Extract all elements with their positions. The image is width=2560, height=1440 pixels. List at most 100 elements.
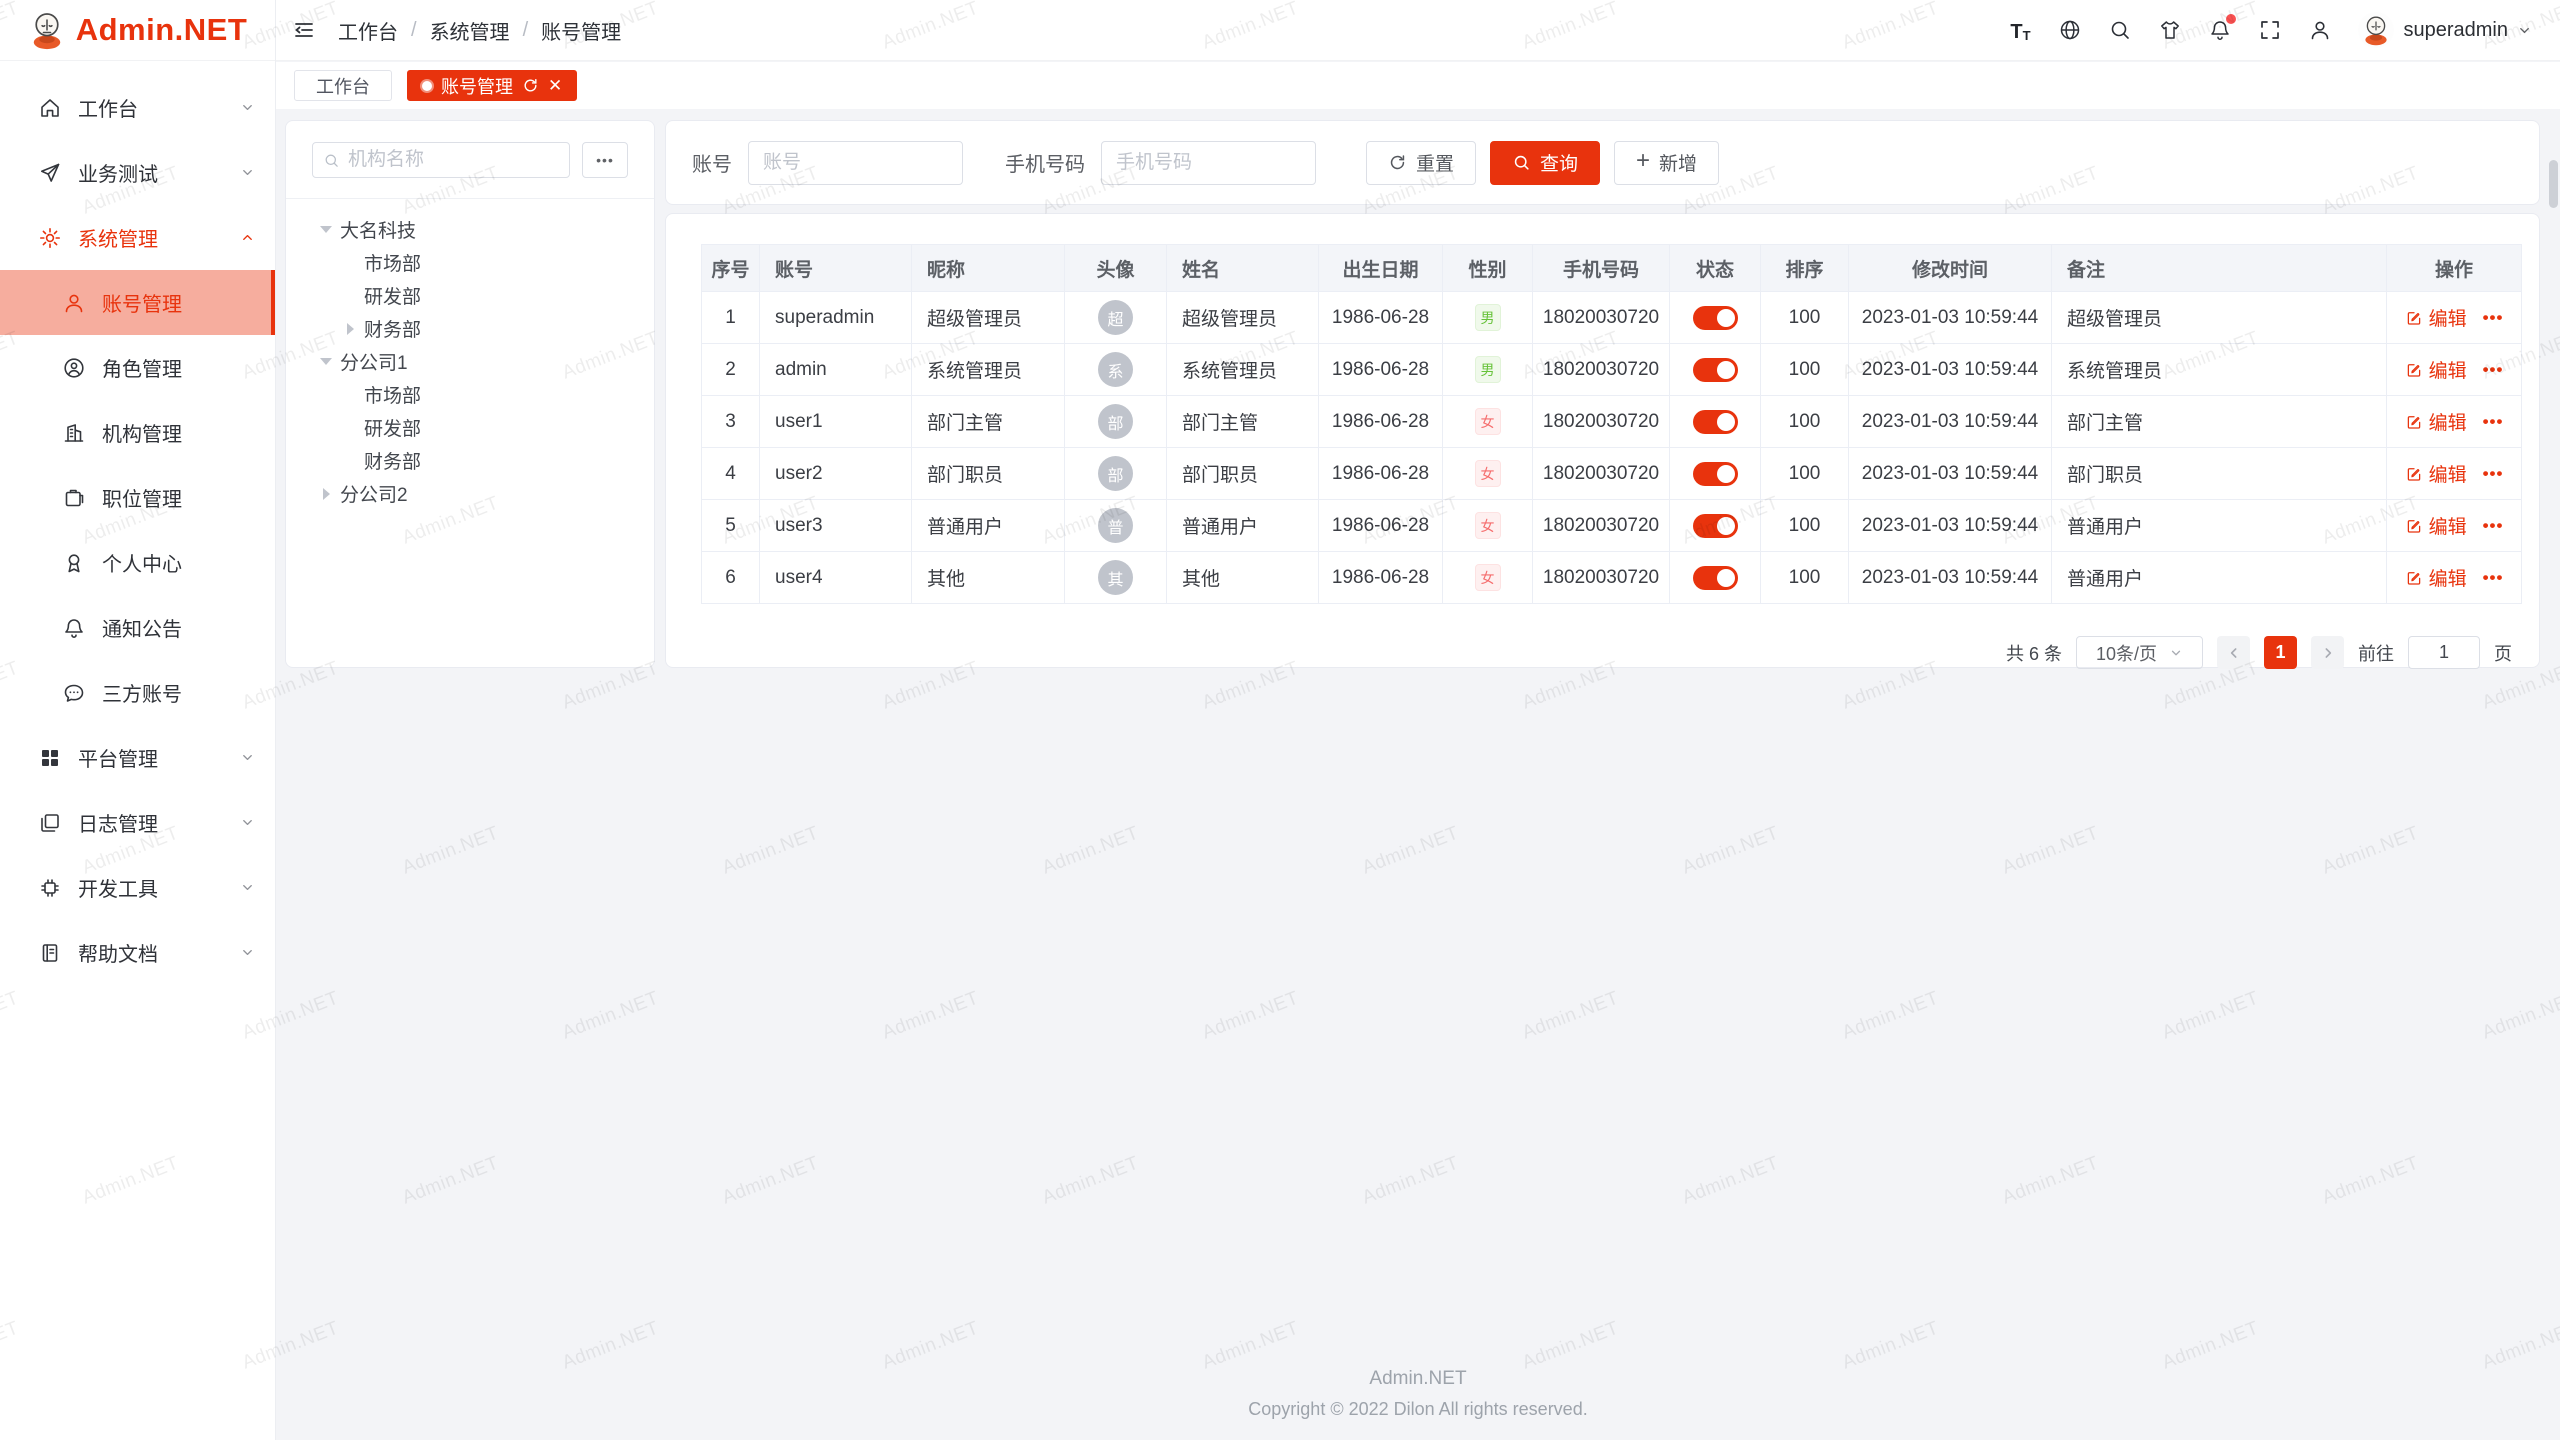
sidebar-item-13[interactable]: 帮助文档: [0, 920, 275, 985]
row-more-button[interactable]: •••: [2483, 360, 2504, 380]
table-row: 1superadmin超级管理员超超级管理员1986-06-28男1802003…: [702, 292, 2522, 344]
account-input[interactable]: [763, 152, 948, 174]
sidebar-item-5[interactable]: 机构管理: [0, 400, 275, 465]
org-search-input[interactable]: [348, 149, 559, 171]
sidebar-item-label: 角色管理: [102, 353, 255, 382]
caret-right-icon[interactable]: [320, 488, 340, 500]
row-more-button[interactable]: •••: [2483, 464, 2504, 484]
goto-page-input[interactable]: [2408, 636, 2480, 669]
tab-workbench[interactable]: 工作台: [294, 70, 392, 101]
cell-index: 4: [702, 448, 760, 500]
sidebar-item-8[interactable]: 通知公告: [0, 595, 275, 660]
status-toggle[interactable]: [1693, 462, 1738, 486]
breadcrumb-account-management[interactable]: 账号管理: [541, 16, 621, 45]
close-tab-icon[interactable]: ✕: [548, 77, 562, 94]
profile-icon[interactable]: [2308, 18, 2332, 42]
next-page-button[interactable]: [2311, 636, 2344, 669]
toggle-knob: [1717, 361, 1735, 379]
theme-icon[interactable]: [2158, 18, 2182, 42]
tree-node-6[interactable]: 研发部: [312, 411, 628, 444]
edit-button[interactable]: 编辑: [2405, 460, 2467, 487]
edit-button[interactable]: 编辑: [2405, 564, 2467, 591]
sidebar-item-9[interactable]: 三方账号: [0, 660, 275, 725]
org-search-box[interactable]: [312, 142, 570, 178]
cell-operations: 编辑 •••: [2387, 500, 2522, 552]
sidebar-item-6[interactable]: 职位管理: [0, 465, 275, 530]
status-toggle[interactable]: [1693, 358, 1738, 382]
tree-node-2[interactable]: 研发部: [312, 279, 628, 312]
row-more-button[interactable]: •••: [2483, 568, 2504, 588]
cell-avatar: 其: [1065, 552, 1167, 604]
edit-button[interactable]: 编辑: [2405, 512, 2467, 539]
edit-button[interactable]: 编辑: [2405, 408, 2467, 435]
tree-more-button[interactable]: •••: [582, 142, 628, 178]
page-size-select[interactable]: 10条/页: [2076, 636, 2203, 669]
edit-button[interactable]: 编辑: [2405, 356, 2467, 383]
breadcrumb-workbench[interactable]: 工作台: [338, 16, 398, 45]
cell-remark: 超级管理员: [2052, 292, 2387, 344]
user-menu[interactable]: superadmin: [2358, 12, 2532, 48]
status-toggle[interactable]: [1693, 306, 1738, 330]
cell-status: [1670, 500, 1761, 552]
tree-node-4[interactable]: 分公司1: [312, 345, 628, 378]
cell-status: [1670, 292, 1761, 344]
row-more-button[interactable]: •••: [2483, 412, 2504, 432]
sidebar-item-7[interactable]: 个人中心: [0, 530, 275, 595]
cell-remark: 部门主管: [2052, 396, 2387, 448]
search-icon[interactable]: [2108, 18, 2132, 42]
reset-button[interactable]: 重置: [1366, 141, 1476, 185]
account-field[interactable]: [748, 141, 963, 185]
language-icon[interactable]: [2058, 18, 2082, 42]
row-more-button[interactable]: •••: [2483, 308, 2504, 328]
sidebar-item-12[interactable]: 开发工具: [0, 855, 275, 920]
collapse-menu-icon[interactable]: [292, 18, 316, 42]
sidebar-item-0[interactable]: 工作台: [0, 75, 275, 140]
sidebar-item-2[interactable]: 系统管理: [0, 205, 275, 270]
edit-label: 编辑: [2429, 512, 2467, 539]
sidebar-item-1[interactable]: 业务测试: [0, 140, 275, 205]
notification-icon[interactable]: [2208, 18, 2232, 42]
status-toggle[interactable]: [1693, 514, 1738, 538]
watermark-text: Admin.NET: [719, 823, 822, 880]
tree-node-label: 财务部: [364, 447, 421, 474]
status-toggle[interactable]: [1693, 566, 1738, 590]
cell-gender: 男: [1443, 344, 1533, 396]
caret-down-icon[interactable]: [320, 352, 340, 371]
logo[interactable]: Admin.NET: [0, 0, 275, 61]
tree-node-0[interactable]: 大名科技: [312, 213, 628, 246]
sidebar-item-4[interactable]: 角色管理: [0, 335, 275, 400]
page-number-button[interactable]: 1: [2264, 636, 2297, 669]
query-button[interactable]: 查询: [1490, 141, 1600, 185]
cell-sort: 100: [1761, 552, 1849, 604]
font-size-icon[interactable]: TT: [2008, 18, 2032, 42]
caret-down-icon[interactable]: [320, 220, 340, 239]
cell-remark: 普通用户: [2052, 552, 2387, 604]
sidebar-item-11[interactable]: 日志管理: [0, 790, 275, 855]
sidebar-item-label: 通知公告: [102, 613, 255, 642]
phone-field[interactable]: [1101, 141, 1316, 185]
sidebar-item-label: 账号管理: [102, 288, 251, 317]
edit-button[interactable]: 编辑: [2405, 304, 2467, 331]
breadcrumb-system-management[interactable]: 系统管理: [430, 16, 510, 45]
tab-account-management[interactable]: 账号管理 ✕: [407, 70, 577, 101]
scrollbar-thumb[interactable]: [2549, 160, 2558, 208]
sidebar-item-3[interactable]: 账号管理: [0, 270, 275, 335]
add-button[interactable]: + 新增: [1614, 141, 1719, 185]
status-toggle[interactable]: [1693, 410, 1738, 434]
watermark-text: Admin.NET: [1519, 1318, 1622, 1375]
prev-page-button[interactable]: [2217, 636, 2250, 669]
column-header-2: 昵称: [912, 245, 1065, 292]
row-more-button[interactable]: •••: [2483, 516, 2504, 536]
tree-node-3[interactable]: 财务部: [312, 312, 628, 345]
refresh-tab-icon[interactable]: [522, 77, 539, 94]
tree-node-8[interactable]: 分公司2: [312, 477, 628, 510]
caret-right-icon[interactable]: [344, 323, 364, 335]
tree-node-7[interactable]: 财务部: [312, 444, 628, 477]
filter-panel: 账号 手机号码 重置 查询 + 新增: [665, 120, 2540, 205]
table-row: 4user2部门职员部部门职员1986-06-28女18020030720100…: [702, 448, 2522, 500]
sidebar-item-10[interactable]: 平台管理: [0, 725, 275, 790]
tree-node-5[interactable]: 市场部: [312, 378, 628, 411]
phone-input[interactable]: [1116, 152, 1301, 174]
fullscreen-icon[interactable]: [2258, 18, 2282, 42]
tree-node-1[interactable]: 市场部: [312, 246, 628, 279]
